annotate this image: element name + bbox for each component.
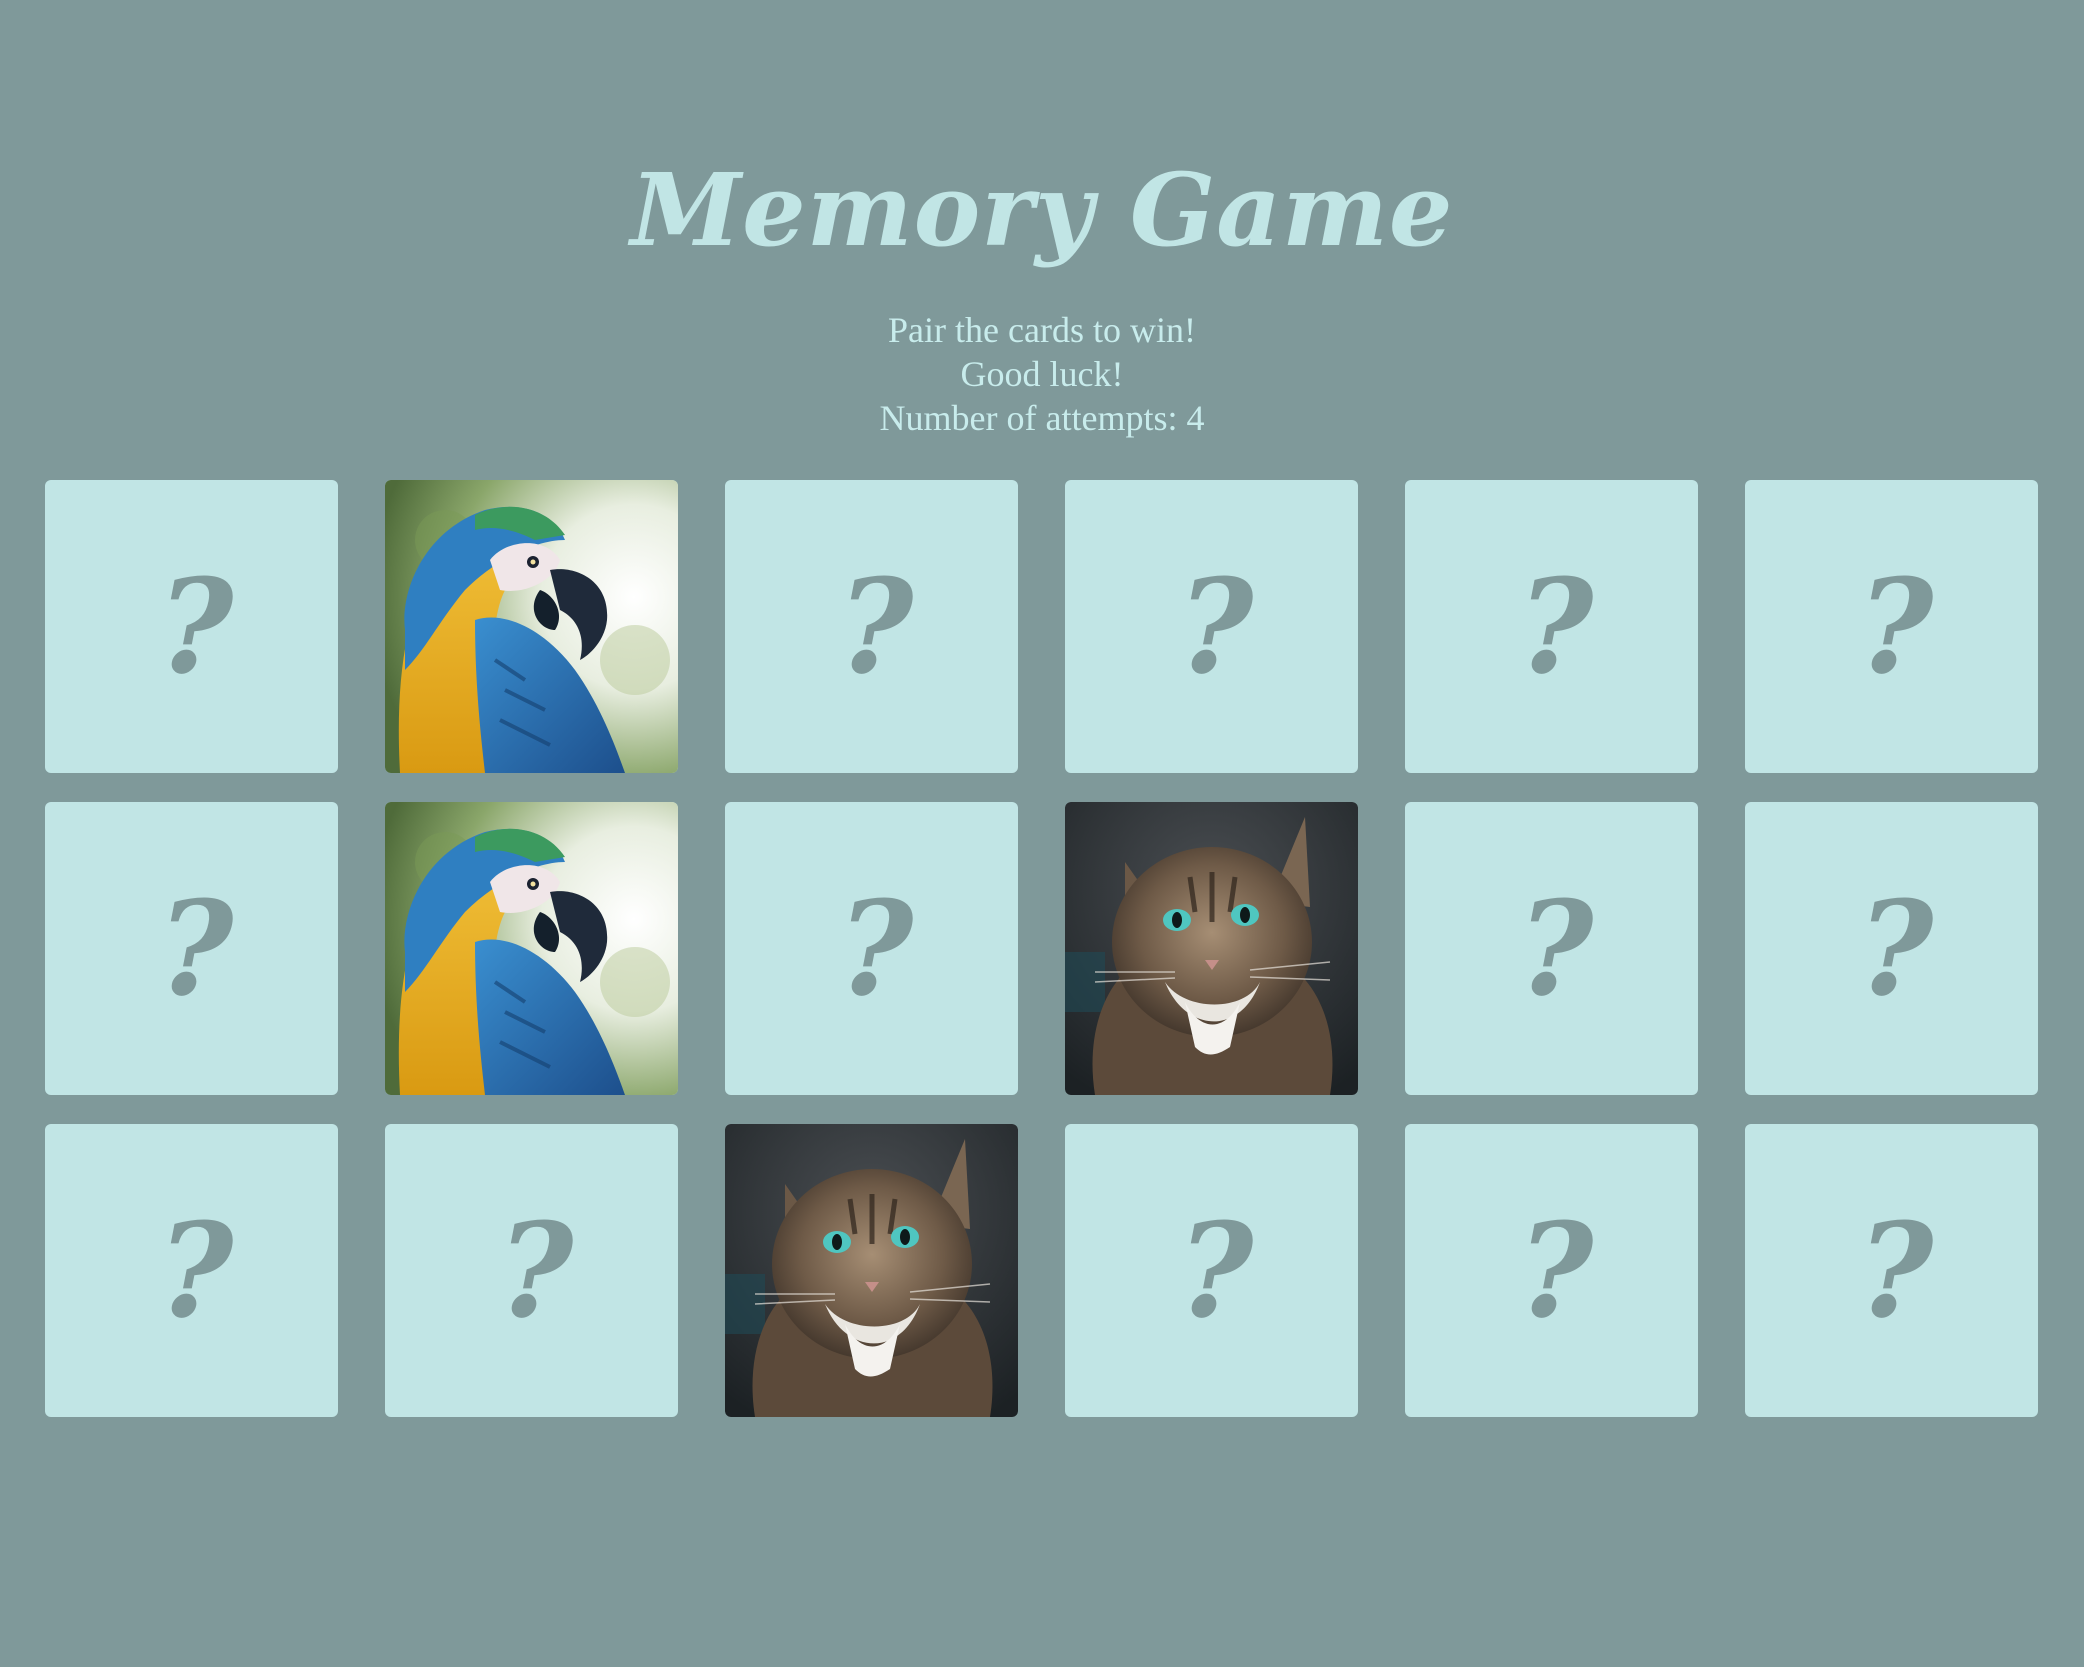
question-mark-icon: ? — [1857, 549, 1934, 703]
question-mark-icon: ? — [1857, 1193, 1934, 1347]
question-mark-icon: ? — [837, 871, 914, 1025]
question-mark-icon: ? — [1857, 871, 1934, 1025]
question-mark-icon: ? — [157, 871, 234, 1025]
question-mark-icon: ? — [497, 1193, 574, 1347]
question-mark-icon: ? — [1177, 549, 1254, 703]
attempts-counter: Number of attempts: 4 — [879, 398, 1205, 438]
card-hidden[interactable]: ? — [1745, 802, 2038, 1095]
card-hidden[interactable]: ? — [1405, 802, 1698, 1095]
question-mark-icon: ? — [157, 1193, 234, 1347]
page-title: Memory Game — [630, 151, 1454, 269]
card-revealed-parrot[interactable] — [385, 802, 678, 1095]
card-revealed-cat[interactable] — [1065, 802, 1358, 1095]
card-hidden[interactable]: ? — [1405, 480, 1698, 773]
parrot-image — [385, 802, 678, 1095]
card-hidden[interactable]: ? — [1745, 480, 2038, 773]
card-revealed-cat[interactable] — [725, 1124, 1018, 1417]
card-hidden[interactable]: ? — [1065, 1124, 1358, 1417]
question-mark-icon: ? — [1517, 1193, 1594, 1347]
cat-image — [725, 1124, 1018, 1417]
card-hidden[interactable]: ? — [725, 480, 1018, 773]
card-hidden[interactable]: ? — [725, 802, 1018, 1095]
parrot-image — [385, 480, 678, 773]
card-hidden[interactable]: ? — [385, 1124, 678, 1417]
instructions-text: Pair the cards to win! — [888, 310, 1196, 350]
card-hidden[interactable]: ? — [1745, 1124, 2038, 1417]
good-luck-text: Good luck! — [960, 354, 1124, 394]
card-hidden[interactable]: ? — [1405, 1124, 1698, 1417]
question-mark-icon: ? — [1517, 549, 1594, 703]
card-revealed-parrot[interactable] — [385, 480, 678, 773]
card-hidden[interactable]: ? — [45, 802, 338, 1095]
card-grid: ? ??? ? ? ? ? ? ? ? ? ? ? — [45, 480, 2038, 1417]
question-mark-icon: ? — [1517, 871, 1594, 1025]
question-mark-icon: ? — [1177, 1193, 1254, 1347]
question-mark-icon: ? — [157, 549, 234, 703]
card-hidden[interactable]: ? — [45, 480, 338, 773]
card-hidden[interactable]: ? — [45, 1124, 338, 1417]
question-mark-icon: ? — [837, 549, 914, 703]
cat-image — [1065, 802, 1358, 1095]
card-hidden[interactable]: ? — [1065, 480, 1358, 773]
